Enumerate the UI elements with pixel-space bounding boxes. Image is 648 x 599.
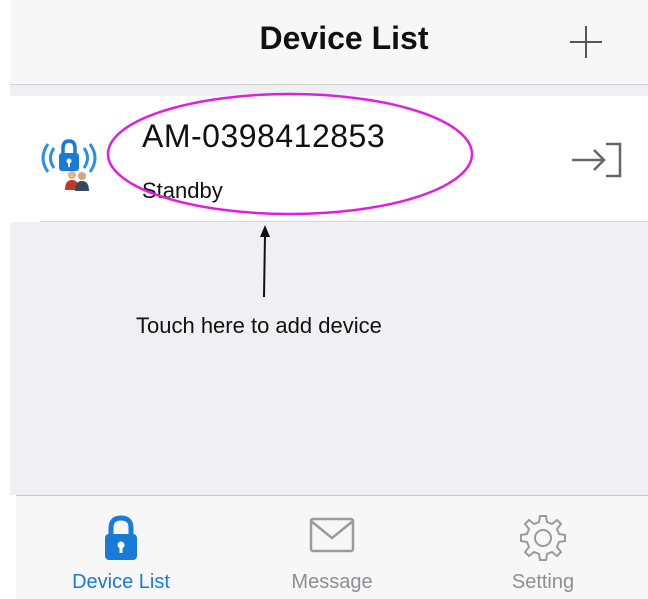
navigation-bar: Device List [10,0,648,85]
tab-label: Device List [72,571,170,593]
app-screen: Device List AM-0398412853 Standby Touch … [0,0,648,599]
plus-icon [570,26,602,58]
tab-device-list[interactable]: Device List [16,496,226,599]
tab-message[interactable]: Message [227,496,437,599]
add-device-button[interactable] [566,22,606,62]
envelope-icon [309,517,355,553]
device-name: AM-0398412853 [142,118,386,154]
hint-text: Touch here to add device [136,313,382,338]
tab-label: Message [291,571,373,593]
gear-icon [520,515,566,561]
tab-setting[interactable]: Setting [438,496,648,599]
up-arrow-annotation [260,225,270,297]
tab-bar: Device List Message Setting [16,495,648,599]
device-status: Standby [142,178,223,203]
enter-device-button[interactable] [568,140,624,180]
page-title: Device List [259,20,429,56]
device-list-area: AM-0398412853 Standby Touch here to add … [10,85,648,495]
enter-arrow-icon [572,142,622,178]
row-divider [40,221,648,222]
device-row[interactable]: AM-0398412853 Standby [10,96,648,222]
lock-signal-users-icon [34,134,104,192]
lock-icon [105,515,137,560]
tab-label: Setting [511,571,575,593]
